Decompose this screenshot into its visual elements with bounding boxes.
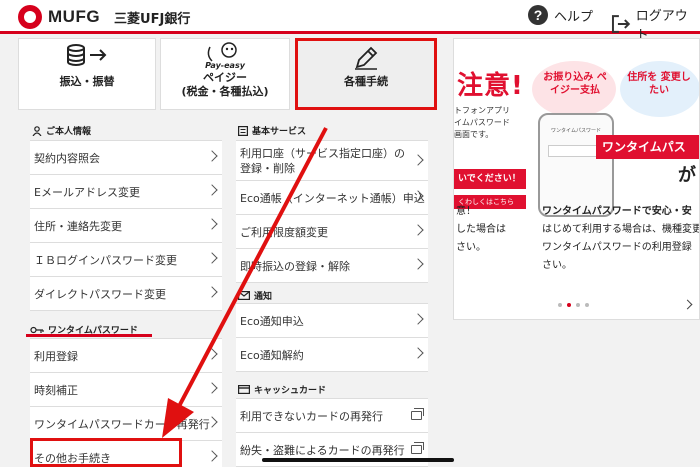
payeasy-label-line1: ペイジー	[203, 71, 247, 84]
list-item-account-registration[interactable]: 利用口座（サービス指定口座）の登録・削除	[236, 141, 428, 181]
chevron-right-icon	[206, 382, 218, 394]
home-indicator	[262, 458, 454, 462]
payeasy-tile[interactable]: Pay-easy ペイジー (税金・各種払込)	[160, 38, 290, 110]
list-icon	[238, 125, 248, 136]
notice-list: Eco通知申込 Eco通知解約	[236, 303, 428, 372]
help-label: ヘルプ	[554, 9, 594, 25]
mail-icon	[238, 291, 250, 300]
key-icon	[30, 326, 44, 333]
bubble-right-text: 住所を 変更したい	[627, 72, 691, 96]
banner-headline: 注意!	[457, 71, 524, 101]
personal-info-header-label: ご本人情報	[46, 127, 92, 137]
transfer-label: 振込・振替	[59, 75, 115, 88]
list-item-eco-notice-apply[interactable]: Eco通知申込	[236, 304, 428, 338]
basic-services-header: 基本サービス	[238, 124, 306, 137]
cash-card-header-label: キャッシュカード	[254, 386, 327, 396]
chevron-right-icon	[206, 184, 218, 196]
mufg-logo[interactable]: MUFG 三菱UFJ銀行	[18, 5, 190, 29]
list-item-limit-change[interactable]: ご利用限度額変更	[236, 215, 428, 249]
carousel-dot[interactable]	[567, 303, 571, 307]
external-window-icon	[411, 408, 424, 420]
list-item-instant-transfer[interactable]: 即時振込の登録・解除	[236, 249, 428, 283]
card-icon	[238, 385, 250, 394]
list-item-otp-register[interactable]: 利用登録	[30, 339, 222, 373]
list-item-otp-card-reissue[interactable]: ワンタイムパスワードカード再発行	[30, 407, 222, 441]
person-icon	[32, 125, 42, 136]
list-item-card-reissue-unusable[interactable]: 利用できないカードの再発行	[236, 399, 428, 433]
otp-header-annotation-underline	[26, 334, 152, 337]
banner-red-strip: いでください！	[454, 169, 526, 189]
list-item-email-change[interactable]: Eメールアドレス変更	[30, 175, 222, 209]
mufg-logo-mark-icon	[18, 5, 42, 29]
banner-text-right: ワンタイムパスワードで安心・安 はじめて利用する場合は、機種変更 ワンタイムパス…	[542, 206, 700, 271]
carousel-dot[interactable]	[558, 303, 562, 307]
procedures-label: 各種手続	[344, 75, 388, 88]
logo-text: MUFG	[48, 7, 101, 26]
list-item-contract-inquiry[interactable]: 契約内容照会	[30, 141, 222, 175]
transfer-tile[interactable]: 振込・振替	[18, 38, 156, 110]
cash-card-header: キャッシュカード	[238, 383, 326, 396]
payeasy-label-line2: (税金・各種払込)	[181, 85, 269, 98]
help-icon: ?	[528, 5, 548, 25]
carousel-next-icon[interactable]	[682, 299, 693, 310]
app-header: MUFG 三菱UFJ銀行 ? ヘルプ ログアウト	[0, 0, 700, 43]
banner-small-note: トフォンアプリ イムパスワード 画面です。	[454, 106, 510, 139]
otp-ribbon: ワンタイムパス	[596, 135, 699, 159]
chevron-right-icon	[206, 252, 218, 264]
banner-text-left: 意！ した場合は さい。	[456, 206, 506, 253]
notice-header: 通知	[238, 289, 272, 302]
chevron-right-icon	[206, 348, 218, 360]
chevron-right-icon	[206, 218, 218, 230]
notice-header-label: 通知	[254, 292, 273, 302]
bubble-left-text: お振り込み ペイジー支払	[543, 72, 607, 96]
phone-illustration: ワンタイムパスワード	[538, 113, 614, 217]
promo-banner[interactable]: 注意! お振り込み ペイジー支払 住所を 変更したい トフォンアプリ イムパスワ…	[453, 38, 700, 320]
chevron-right-icon	[412, 313, 424, 325]
chevron-right-icon	[412, 224, 424, 236]
svg-text:Pay-easy: Pay-easy	[205, 61, 246, 70]
basic-services-header-label: 基本サービス	[252, 127, 307, 137]
chevron-right-icon	[206, 450, 218, 462]
list-item-eco-notice-cancel[interactable]: Eco通知解約	[236, 338, 428, 372]
chevron-right-icon	[412, 347, 424, 359]
help-link[interactable]: ? ヘルプ	[528, 5, 593, 25]
transfer-icon	[19, 41, 155, 71]
bank-name: 三菱UFJ銀行	[114, 11, 191, 27]
carousel-dot[interactable]	[585, 303, 589, 307]
list-item-address-change[interactable]: 住所・連絡先変更	[30, 209, 222, 243]
banner-ga-text: が	[678, 165, 696, 186]
list-item-eco-passbook[interactable]: Eco通帳（インターネット通帳）申込	[236, 181, 428, 215]
external-window-icon	[411, 442, 424, 454]
carousel-dot[interactable]	[576, 303, 580, 307]
carousel-dots	[558, 303, 589, 307]
list-item-time-correction[interactable]: 時刻補正	[30, 373, 222, 407]
chevron-right-icon	[412, 154, 424, 166]
logout-icon	[611, 15, 631, 33]
list-item-direct-password-change[interactable]: ダイレクトパスワード変更	[30, 277, 222, 311]
chevron-right-icon	[412, 258, 424, 270]
cash-card-list: 利用できないカードの再発行 紛失・盗難によるカードの再発行	[236, 398, 428, 467]
procedures-tile[interactable]: 各種手続	[295, 38, 437, 110]
personal-info-list: 契約内容照会 Eメールアドレス変更 住所・連絡先変更 ＩＢログインパスワード変更…	[30, 140, 222, 311]
banner-image: 注意! お振り込み ペイジー支払 住所を 変更したい トフォンアプリ イムパスワ…	[454, 61, 699, 221]
list-item-ib-password-change[interactable]: ＩＢログインパスワード変更	[30, 243, 222, 277]
other-procedures-annotation-box	[30, 438, 182, 467]
payeasy-logo-icon: Pay-easy	[161, 41, 289, 71]
personal-info-header: ご本人情報	[32, 124, 91, 137]
chevron-right-icon	[206, 150, 218, 162]
basic-services-list: 利用口座（サービス指定口座）の登録・削除 Eco通帳（インターネット通帳）申込 …	[236, 140, 428, 283]
pencil-icon	[298, 43, 434, 73]
chevron-right-icon	[206, 286, 218, 298]
phone-screen-title: ワンタイムパスワード	[551, 128, 601, 134]
